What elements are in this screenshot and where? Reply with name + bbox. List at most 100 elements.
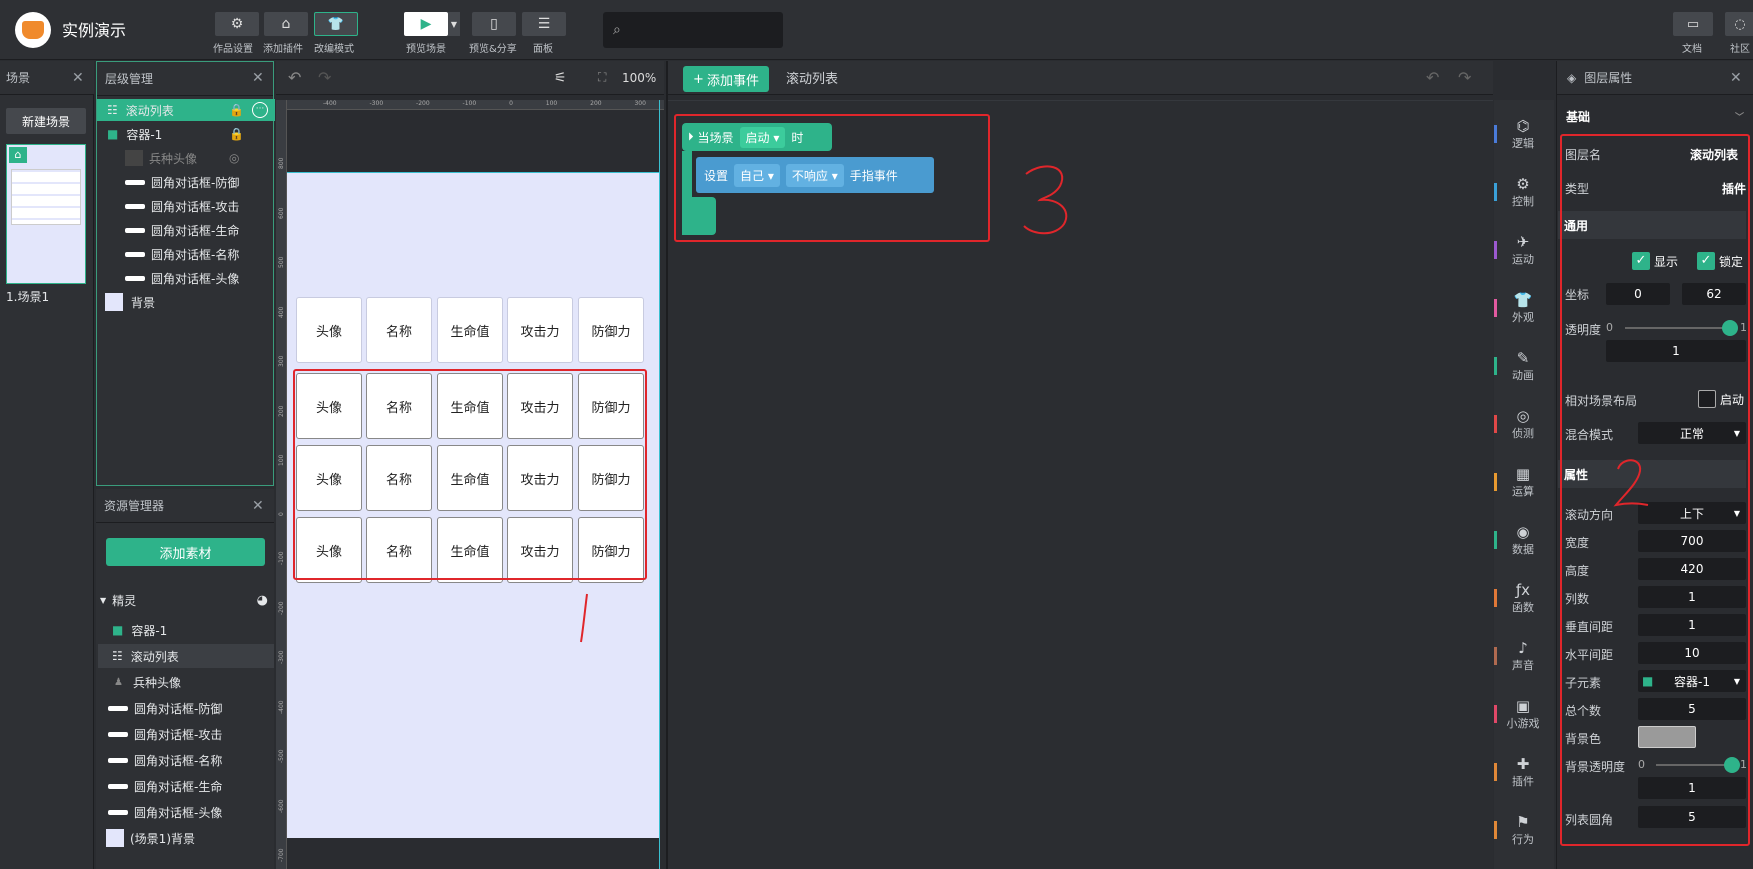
annotation-box-properties [1560, 134, 1750, 846]
scene-name[interactable]: 1.场景1 [6, 288, 49, 305]
animation-icon: ✎ [1516, 349, 1530, 367]
undo-icon[interactable]: ↶ [288, 68, 301, 87]
resource-item-defense[interactable]: 圆角对话框-防御 [98, 696, 274, 720]
rounded-box-icon [108, 809, 128, 815]
category-label: 逻辑 [1512, 137, 1534, 150]
community-button[interactable]: ◌ [1725, 12, 1753, 36]
add-plugin-button[interactable]: ⌂ [264, 12, 308, 36]
search-icon: ⌕ [613, 22, 621, 38]
resource-label: 圆角对话框-生命 [134, 779, 223, 794]
list-icon: ☷ [112, 649, 123, 663]
header-cell[interactable]: 防御力 [578, 297, 644, 363]
sprite-group-header[interactable]: ▼ 精灵 ◕ [100, 590, 272, 610]
resource-item-head[interactable]: 圆角对话框-头像 [98, 800, 274, 824]
resource-item-attack[interactable]: 圆角对话框-攻击 [98, 722, 274, 746]
new-scene-button[interactable]: 新建场景 [6, 108, 86, 134]
edit-mode-label: 改编模式 [314, 44, 354, 55]
resource-item-background[interactable]: (场景1)背景 [98, 826, 274, 850]
edit-mode-button[interactable]: 👕 [314, 12, 358, 36]
search-input[interactable] [626, 22, 767, 38]
lock-icon[interactable]: 🔒 [229, 103, 244, 117]
layer-item-background[interactable]: 背景 [97, 291, 275, 313]
work-settings-button[interactable]: ⚙ [215, 12, 259, 36]
redo-icon[interactable]: ↷ [1458, 68, 1471, 87]
resource-item-container[interactable]: ■ 容器-1 [98, 618, 274, 642]
category-sound[interactable]: ♪ 声音 [1498, 639, 1548, 673]
layer-item-name[interactable]: 圆角对话框-名称 [97, 243, 275, 265]
category-looks[interactable]: 👕 外观 [1498, 291, 1548, 325]
category-animation[interactable]: ✎ 动画 [1498, 349, 1548, 383]
more-icon[interactable]: ··· [252, 102, 268, 118]
layer-label: 圆角对话框-攻击 [151, 199, 240, 214]
sprite-group-label: 精灵 [112, 593, 137, 608]
close-icon[interactable]: ✕ [72, 70, 84, 86]
palette-icon[interactable]: ◕ [257, 593, 268, 608]
close-icon[interactable]: ✕ [252, 498, 264, 514]
category-logic[interactable]: ⌬ 逻辑 [1498, 117, 1548, 151]
minigame-icon: ▣ [1515, 697, 1531, 715]
annotation-mark-3 [1023, 165, 1068, 235]
scene-thumbnail[interactable]: ⌂ [6, 144, 86, 284]
hidden-eye-icon[interactable]: ◎ [229, 151, 239, 165]
data-icon: ◉ [1516, 523, 1530, 541]
resource-label: 圆角对话框-防御 [134, 701, 223, 716]
home-plugin-icon: ⌂ [281, 16, 291, 32]
category-functions[interactable]: ƒx 函数 [1498, 581, 1548, 615]
preview-dropdown-arrow[interactable]: ▼ [448, 12, 460, 36]
fit-icon[interactable]: ⛶ [598, 70, 606, 85]
panel-button[interactable]: ☰ [522, 12, 566, 36]
resource-item-avatar[interactable]: ♟ 兵种头像 [98, 670, 274, 694]
header-cell[interactable]: 攻击力 [507, 297, 573, 363]
preview-scene-button[interactable]: ▶ [404, 12, 448, 36]
category-minigame[interactable]: ▣ 小游戏 [1498, 697, 1548, 731]
category-color-bar [1494, 415, 1497, 433]
lock-icon[interactable]: 🔒 [229, 127, 244, 141]
close-icon[interactable]: ✕ [1730, 70, 1742, 86]
layer-item-attack[interactable]: 圆角对话框-攻击 [97, 195, 275, 217]
header-cell[interactable]: 生命值 [437, 297, 503, 363]
resource-label: 兵种头像 [132, 675, 181, 690]
category-motion[interactable]: ✈ 运动 [1498, 233, 1548, 267]
docs-button[interactable]: ▭ [1673, 12, 1713, 36]
category-plugins[interactable]: ✚ 插件 [1498, 755, 1548, 789]
layer-item-avatar[interactable]: 兵种头像 ◎ [97, 147, 275, 169]
resource-panel-header: 资源管理器 [96, 489, 274, 523]
category-sensing[interactable]: ◎ 侦测 [1498, 407, 1548, 441]
layer-label: 兵种头像 [149, 151, 198, 166]
category-behavior[interactable]: ⚑ 行为 [1498, 813, 1548, 847]
add-plugin-label: 添加插件 [263, 44, 303, 55]
category-operators[interactable]: ▦ 运算 [1498, 465, 1548, 499]
ruler-tick: 400 [278, 306, 285, 318]
resource-item-name[interactable]: 圆角对话框-名称 [98, 748, 274, 772]
layer-item-defense[interactable]: 圆角对话框-防御 [97, 171, 275, 193]
rounded-box-icon [125, 179, 145, 185]
basic-section-header[interactable]: 基础 ﹀ [1558, 102, 1748, 130]
undo-icon[interactable]: ↶ [1426, 68, 1439, 87]
layer-item-life[interactable]: 圆角对话框-生命 [97, 219, 275, 241]
sliders-icon[interactable]: ⚟ [554, 70, 567, 86]
search-box[interactable]: ⌕ [603, 12, 783, 48]
header-cell[interactable]: 名称 [366, 297, 432, 363]
redo-icon[interactable]: ↷ [318, 68, 331, 87]
header-cell[interactable]: 头像 [296, 297, 362, 363]
work-settings-label: 作品设置 [213, 44, 253, 55]
category-data[interactable]: ◉ 数据 [1498, 523, 1548, 557]
layer-item-head[interactable]: 圆角对话框-头像 [97, 267, 275, 289]
layer-item-scroll-list[interactable]: ☷ 滚动列表 🔒 ··· [97, 99, 275, 121]
resource-item-scroll-list[interactable]: ☷ 滚动列表 [98, 644, 274, 668]
chat-icon: ◌ [1734, 16, 1746, 32]
close-icon[interactable]: ✕ [252, 70, 264, 86]
chevron-down-icon: ▼ [100, 595, 107, 605]
rounded-box-icon [125, 251, 145, 257]
category-label: 控制 [1512, 195, 1534, 208]
resource-item-life[interactable]: 圆角对话框-生命 [98, 774, 274, 798]
preview-share-button[interactable]: ▯ [472, 12, 516, 36]
resource-label: 圆角对话框-攻击 [134, 727, 223, 742]
zoom-level[interactable]: 100% [622, 71, 656, 85]
category-control[interactable]: ⚙ 控制 [1498, 175, 1548, 209]
add-event-button[interactable]: + 添加事件 [683, 66, 769, 92]
canvas-toolbar: ↶ ↷ ⚟ ⛶ 100% [276, 61, 664, 95]
annotation-mark-1 [580, 593, 588, 643]
add-asset-button[interactable]: 添加素材 [106, 538, 265, 566]
layer-item-container[interactable]: ■ 容器-1 🔒 [97, 123, 275, 145]
